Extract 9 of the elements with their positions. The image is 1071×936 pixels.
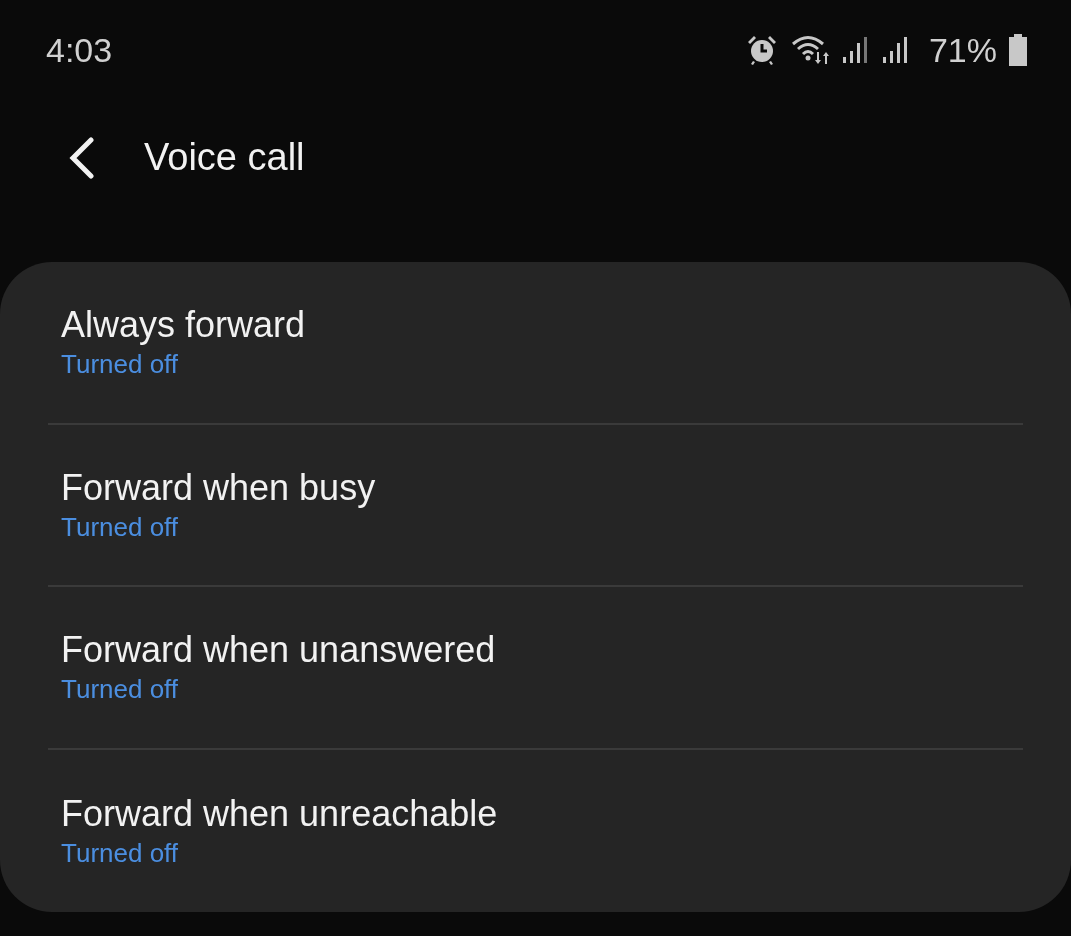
forwarding-option[interactable]: Always forward Turned off — [48, 262, 1023, 425]
page-title: Voice call — [144, 135, 305, 180]
forwarding-option[interactable]: Forward when busy Turned off — [48, 424, 1023, 587]
forwarding-option[interactable]: Forward when unanswered Turned off — [48, 587, 1023, 750]
back-icon — [67, 136, 97, 179]
battery-percentage: 71% — [928, 29, 997, 71]
forwarding-option[interactable]: Forward when unreachable Turned off — [48, 749, 1023, 912]
battery-icon — [1007, 33, 1029, 67]
status-time: 4:03 — [46, 29, 113, 71]
